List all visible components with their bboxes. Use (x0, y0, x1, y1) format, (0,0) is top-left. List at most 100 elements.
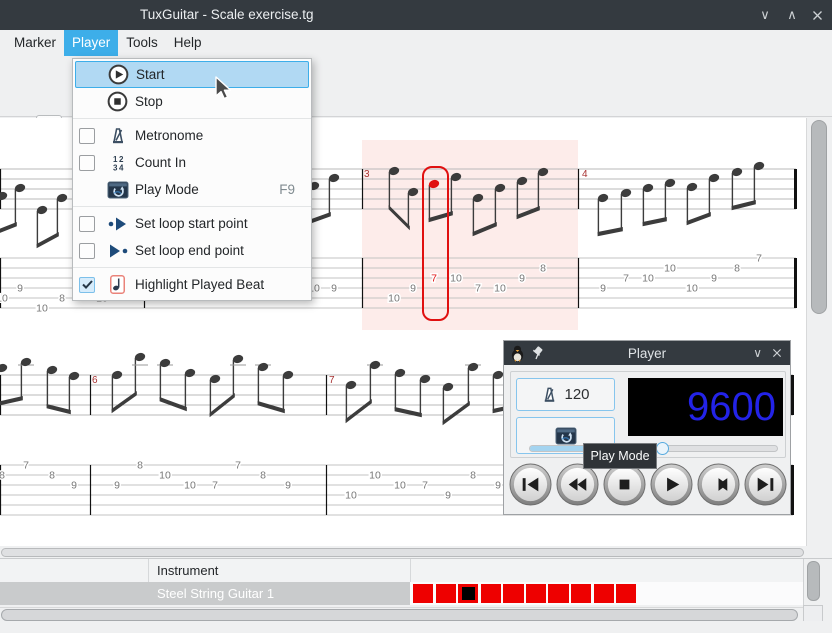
checkbox[interactable] (79, 128, 95, 144)
measure-cell[interactable] (526, 584, 546, 603)
player-window[interactable]: Player ∨ 120 960 (503, 340, 791, 515)
svg-text:7: 7 (329, 375, 335, 386)
score-vscroll-thumb[interactable] (811, 120, 827, 314)
window-title: TuxGuitar - Scale exercise.tg (140, 0, 314, 30)
player-close-icon[interactable] (772, 348, 782, 358)
measure-cells[interactable] (413, 584, 636, 603)
rewind-button[interactable] (556, 463, 599, 506)
track-table: Instrument Steel String Guitar 1 (0, 558, 832, 621)
svg-text:9: 9 (711, 273, 717, 285)
stop-icon (620, 480, 630, 490)
table-vertical-scrollbar[interactable] (803, 559, 823, 605)
menu-separator (73, 115, 311, 122)
track-row[interactable]: Steel String Guitar 1 (0, 582, 803, 605)
menu-separator (73, 203, 311, 210)
table-horizontal-scrollbar[interactable] (0, 607, 803, 622)
score-horizontal-scrollbar[interactable] (0, 546, 832, 558)
menubar-item-player[interactable]: Player (64, 30, 118, 56)
svg-text:8: 8 (260, 470, 266, 482)
loop-end-icon (105, 243, 130, 259)
svg-text:7: 7 (475, 283, 481, 295)
svg-text:10: 10 (159, 470, 171, 482)
track-name-cell[interactable]: Steel String Guitar 1 (0, 582, 410, 605)
measure-cell[interactable] (571, 584, 591, 603)
measure-cell[interactable] (413, 584, 433, 603)
menubar-item-marker[interactable]: Marker (6, 30, 64, 56)
table-vscroll-thumb[interactable] (807, 561, 820, 601)
menu-item-start[interactable]: Start (75, 61, 309, 88)
checkbox[interactable] (79, 216, 95, 232)
maximize-button[interactable]: ∧ (785, 7, 799, 23)
pin-icon[interactable] (532, 346, 544, 360)
menubar-item-help[interactable]: Help (166, 30, 210, 56)
svg-text:8: 8 (734, 263, 740, 275)
svg-text:9: 9 (519, 273, 525, 285)
svg-text:10: 10 (642, 273, 654, 285)
highlight-beat-icon (105, 275, 130, 294)
player-minimize-button[interactable]: ∨ (753, 346, 762, 360)
instrument-column-header: Instrument (157, 559, 218, 582)
svg-text:9: 9 (600, 283, 606, 295)
close-button[interactable] (812, 10, 826, 21)
svg-text:8: 8 (470, 470, 476, 482)
svg-text:8: 8 (540, 263, 546, 275)
minimize-button[interactable]: ∨ (758, 7, 772, 23)
menu-item-set-loop-end-point[interactable]: Set loop end point (73, 237, 311, 264)
slider-handle[interactable] (656, 442, 669, 455)
play-mode-icon (555, 426, 577, 446)
menu-item-highlight-played-beat[interactable]: Highlight Played Beat (73, 271, 311, 298)
player-window-titlebar[interactable]: Player ∨ (504, 341, 790, 365)
menu-item-play-mode[interactable]: Play ModeF9 (73, 176, 311, 203)
svg-text:8: 8 (0, 470, 5, 482)
svg-text:8: 8 (49, 470, 55, 482)
menu-item-stop[interactable]: Stop (73, 88, 311, 115)
measure-cell-current[interactable] (458, 584, 478, 603)
svg-text:10: 10 (369, 470, 381, 482)
measure-cell[interactable] (481, 584, 501, 603)
measure-cell[interactable] (616, 584, 636, 603)
table-hscroll-thumb[interactable] (1, 609, 798, 621)
svg-text:7: 7 (431, 273, 437, 285)
svg-text:34: 34 (113, 163, 125, 172)
tempo-button[interactable]: 120 (516, 378, 615, 411)
skip-start-button[interactable] (509, 463, 552, 506)
play-button[interactable] (650, 463, 693, 506)
svg-text:9: 9 (495, 480, 501, 492)
metronome-icon (541, 386, 558, 404)
checkbox[interactable] (79, 155, 95, 171)
score-hscroll-thumb[interactable] (1, 548, 804, 557)
svg-text:10: 10 (664, 263, 676, 275)
menu-item-count-in[interactable]: 1234Count In (73, 149, 311, 176)
tempo-value: 120 (564, 386, 589, 403)
scrollbar-corner (803, 605, 823, 622)
loop-start-icon (105, 216, 130, 232)
measure-cell[interactable] (548, 584, 568, 603)
checkbox[interactable] (79, 277, 95, 293)
svg-text:7: 7 (623, 273, 629, 285)
menu-item-metronome[interactable]: Metronome (73, 122, 311, 149)
count-in-icon: 1234 (105, 154, 130, 172)
measure-cell[interactable] (436, 584, 456, 603)
svg-text:7: 7 (23, 460, 29, 472)
tuxguitar-app-icon (510, 345, 525, 362)
svg-text:9: 9 (17, 283, 23, 295)
svg-text:10: 10 (184, 480, 196, 492)
menu-item-set-loop-start-point[interactable]: Set loop start point (73, 210, 311, 237)
fast-forward-button[interactable] (697, 463, 740, 506)
checkbox[interactable] (79, 243, 95, 259)
measure-cell[interactable] (503, 584, 523, 603)
svg-text:9: 9 (331, 283, 337, 295)
score-vertical-scrollbar[interactable] (806, 118, 832, 546)
stop-button[interactable] (603, 463, 646, 506)
stop-circle-icon (105, 91, 130, 112)
menu-separator (73, 264, 311, 271)
skip-end-button[interactable] (744, 463, 787, 506)
titlebar[interactable]: TuxGuitar - Scale exercise.tg ∨ ∧ (0, 0, 832, 30)
status-strip (0, 621, 832, 633)
svg-text:9: 9 (410, 283, 416, 295)
track-name: Steel String Guitar 1 (157, 586, 274, 601)
svg-text:10: 10 (494, 283, 506, 295)
menubar-item-tools[interactable]: Tools (118, 30, 166, 56)
measure-cell[interactable] (594, 584, 614, 603)
svg-text:10: 10 (0, 293, 8, 305)
